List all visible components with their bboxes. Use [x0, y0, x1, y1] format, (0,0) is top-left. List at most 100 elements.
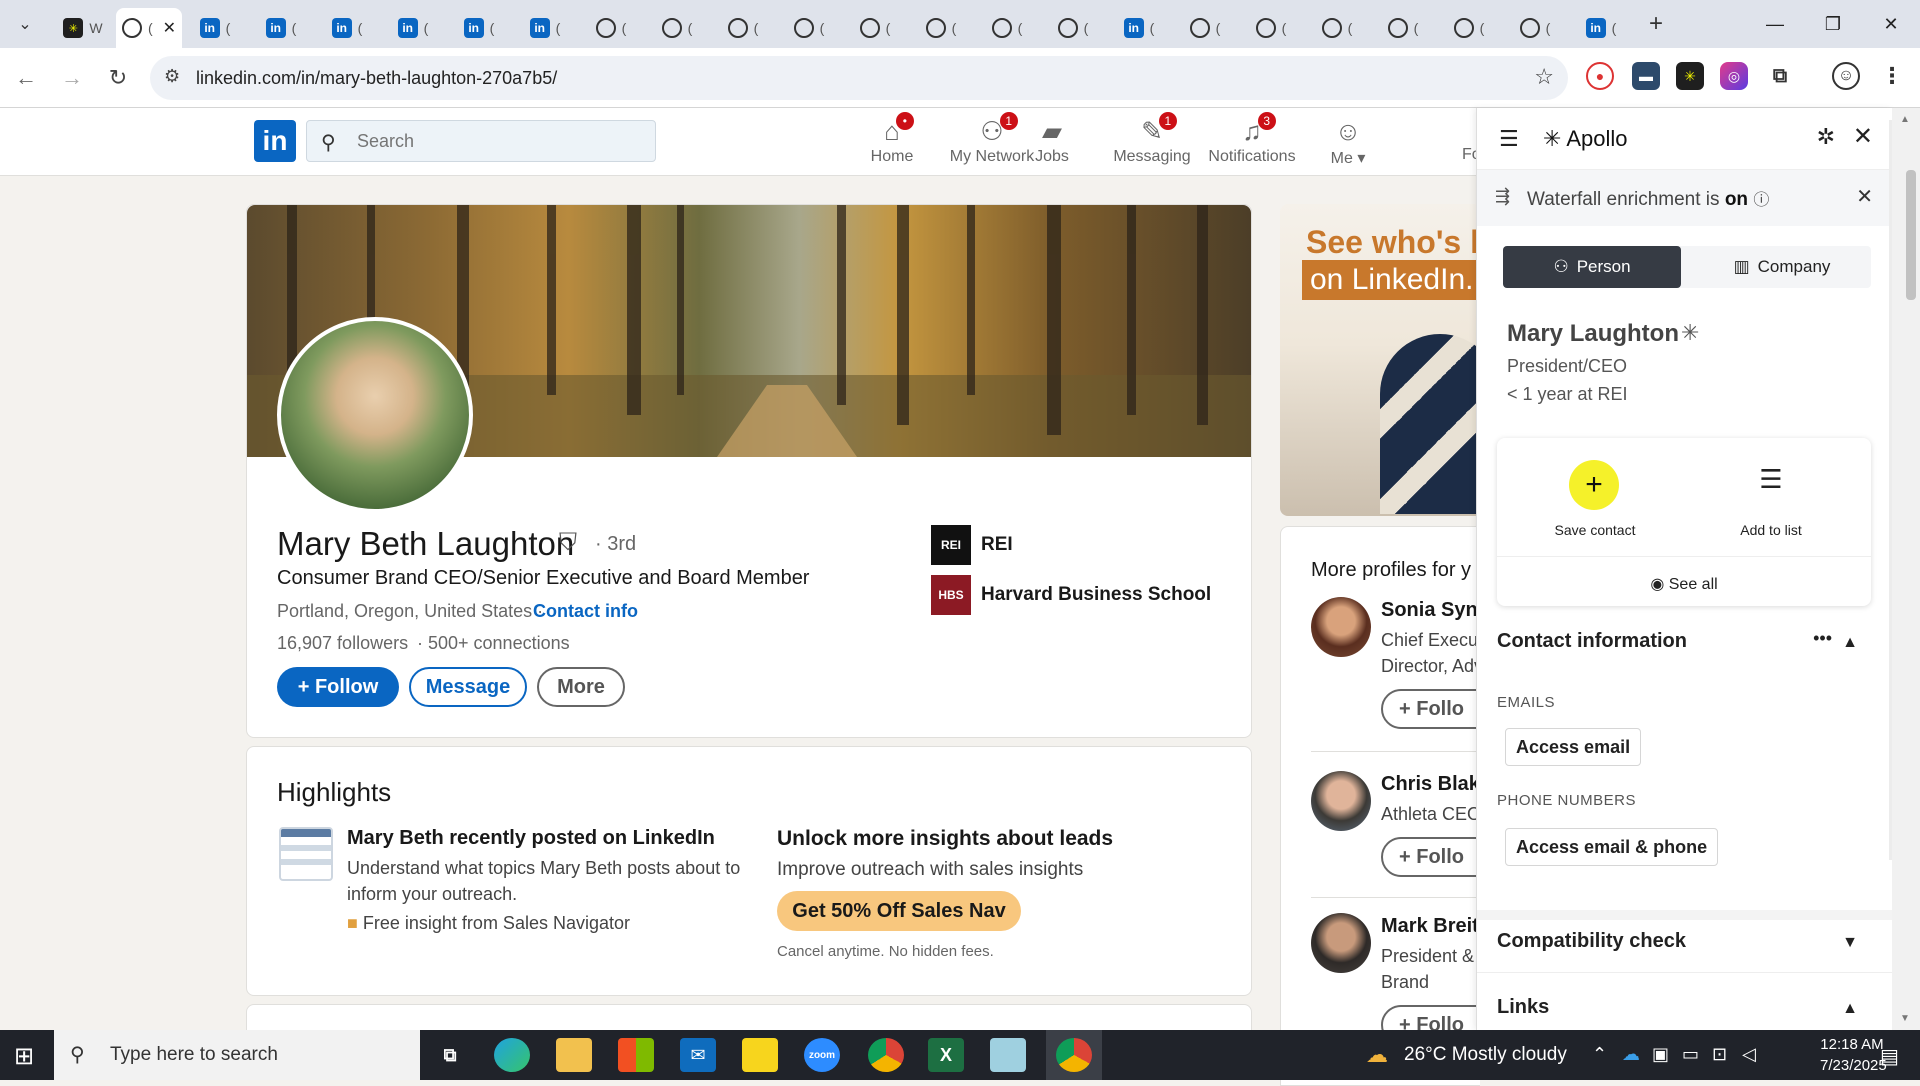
address-bar[interactable]: ⚙ linkedin.com/in/mary-beth-laughton-270…: [150, 56, 1568, 100]
chrome-active-icon[interactable]: [1056, 1038, 1092, 1072]
follow-button[interactable]: + Follo: [1381, 689, 1480, 729]
excel-icon[interactable]: X: [928, 1038, 964, 1072]
nav-home[interactable]: ⌂ • Home: [847, 112, 937, 174]
scroll-down-icon[interactable]: ▼: [1900, 1013, 1910, 1024]
access-email-button[interactable]: Access email: [1505, 728, 1642, 766]
battery-icon[interactable]: ▭: [1682, 1044, 1699, 1065]
avatar[interactable]: [1311, 597, 1371, 657]
browser-tab[interactable]: (: [776, 8, 842, 48]
browser-tab[interactable]: (: [1304, 8, 1370, 48]
browser-tab[interactable]: in (: [1568, 8, 1634, 48]
weather-icon[interactable]: ☁: [1366, 1042, 1388, 1068]
nav-jobs[interactable]: ▰ Jobs: [1007, 116, 1097, 174]
url-text[interactable]: linkedin.com/in/mary-beth-laughton-270a7…: [196, 68, 557, 89]
search-input[interactable]: [357, 129, 647, 153]
taskbar-search-placeholder[interactable]: Type here to search: [110, 1044, 278, 1066]
browser-tab[interactable]: (: [842, 8, 908, 48]
connections-count[interactable]: · 500+ connections: [417, 633, 570, 654]
browser-tab[interactable]: (: [908, 8, 974, 48]
post-highlight-heading[interactable]: Mary Beth recently posted on LinkedIn: [347, 827, 715, 850]
back-icon[interactable]: ←: [10, 62, 42, 94]
restore-icon[interactable]: ❐: [1804, 0, 1862, 48]
sales-nav-offer-button[interactable]: Get 50% Off Sales Nav: [777, 891, 1021, 931]
avatar[interactable]: [1311, 913, 1371, 973]
notifications-icon[interactable]: ▤: [1880, 1044, 1899, 1069]
task-view-icon[interactable]: ⧉: [432, 1038, 468, 1072]
profile-name[interactable]: Chris Blake: [1381, 773, 1480, 796]
browser-tab[interactable]: in (: [512, 8, 578, 48]
add-to-list-label[interactable]: Add to list: [1721, 522, 1821, 538]
browser-tab[interactable]: (: [1172, 8, 1238, 48]
save-contact-label[interactable]: Save contact: [1545, 522, 1645, 538]
collapse-caret-icon[interactable]: ▲: [1842, 634, 1858, 652]
browser-tab[interactable]: in (: [1106, 8, 1172, 48]
message-button[interactable]: Message: [409, 667, 527, 707]
add-to-list-icon[interactable]: ☰: [1751, 464, 1791, 504]
access-email-phone-button[interactable]: Access email & phone: [1505, 828, 1719, 866]
scrollbar-thumb[interactable]: [1906, 170, 1916, 300]
more-button[interactable]: More: [537, 667, 625, 707]
linkedin-logo-icon[interactable]: in: [254, 120, 296, 162]
edge-icon[interactable]: [494, 1038, 530, 1072]
minimize-icon[interactable]: —: [1746, 0, 1804, 48]
tab-search-menu-icon[interactable]: ⌄: [0, 0, 50, 48]
browser-tab[interactable]: (: [974, 8, 1040, 48]
mail-icon[interactable]: ✉: [680, 1038, 716, 1072]
close-panel-icon[interactable]: ✕: [1853, 122, 1873, 151]
site-info-icon[interactable]: ⚙: [164, 66, 180, 87]
info-icon[interactable]: ⓘ: [1753, 192, 1769, 209]
browser-tab[interactable]: (: [578, 8, 644, 48]
clock[interactable]: 12:18 AM 7/23/2025: [1820, 1034, 1887, 1076]
extensions-puzzle-icon[interactable]: ⧉: [1766, 62, 1794, 90]
show-hidden-icons-icon[interactable]: ⌃: [1592, 1044, 1607, 1065]
browser-tab[interactable]: in (: [248, 8, 314, 48]
close-tab-icon[interactable]: ✕: [163, 18, 176, 38]
linkedin-search[interactable]: ⚲: [306, 120, 656, 162]
meet-now-icon[interactable]: ▣: [1652, 1044, 1669, 1065]
contact-information-heading[interactable]: Contact information: [1497, 630, 1687, 653]
nav-notifications[interactable]: ♫ 3 Notifications: [1207, 112, 1297, 174]
onedrive-icon[interactable]: ☁: [1622, 1044, 1640, 1065]
browser-tab[interactable]: (: [1040, 8, 1106, 48]
extension-folder-icon[interactable]: ▬: [1632, 62, 1660, 90]
browser-tab[interactable]: in (: [380, 8, 446, 48]
extension-apollo-icon[interactable]: ✳: [1676, 62, 1704, 90]
new-tab-button[interactable]: +: [1634, 10, 1678, 38]
bookmark-star-icon[interactable]: ☆: [1534, 64, 1554, 90]
browser-menu-icon[interactable]: ⋮: [1878, 62, 1906, 90]
expand-caret-icon[interactable]: ▼: [1842, 934, 1858, 952]
browser-tab[interactable]: in (: [446, 8, 512, 48]
browser-tab[interactable]: (: [710, 8, 776, 48]
more-options-icon[interactable]: •••: [1813, 628, 1832, 649]
browser-tab[interactable]: in (: [182, 8, 248, 48]
dismiss-banner-icon[interactable]: ✕: [1856, 184, 1873, 209]
browser-tab[interactable]: (: [1502, 8, 1568, 48]
windows-start-icon[interactable]: ⊞: [14, 1042, 34, 1071]
verified-shield-icon[interactable]: ⛉: [559, 529, 577, 557]
links-heading[interactable]: Links: [1497, 996, 1549, 1019]
profile-photo[interactable]: [277, 317, 473, 513]
follow-button[interactable]: + Follow: [277, 667, 399, 707]
see-all-button[interactable]: ◉ See all: [1497, 574, 1871, 594]
nav-messaging[interactable]: ✎ 1 Messaging: [1107, 112, 1197, 174]
scroll-up-icon[interactable]: ▲: [1900, 114, 1910, 125]
tab-company[interactable]: ▥ Company: [1693, 246, 1871, 288]
org-education[interactable]: HBS Harvard Business School: [931, 575, 1211, 615]
network-icon[interactable]: ⊡: [1712, 1044, 1727, 1065]
notepad-icon[interactable]: [990, 1038, 1026, 1072]
followers-count[interactable]: 16,907 followers: [277, 633, 408, 654]
extension-instagram-icon[interactable]: ◎: [1720, 62, 1748, 90]
avatar[interactable]: [1311, 771, 1371, 831]
follow-button[interactable]: + Follo: [1381, 837, 1480, 877]
org-current-company[interactable]: REI REI: [931, 525, 1013, 565]
zoom-icon[interactable]: zoom: [804, 1038, 840, 1072]
file-explorer-icon[interactable]: [556, 1038, 592, 1072]
chrome-icon[interactable]: [868, 1038, 904, 1072]
browser-tab[interactable]: in (: [314, 8, 380, 48]
compatibility-check-heading[interactable]: Compatibility check: [1497, 930, 1686, 953]
browser-tab[interactable]: (: [644, 8, 710, 48]
browser-tab[interactable]: (: [1436, 8, 1502, 48]
close-window-icon[interactable]: ✕: [1862, 0, 1920, 48]
profile-name[interactable]: Mark Breit: [1381, 915, 1479, 938]
extension-pokeball-icon[interactable]: ●: [1586, 62, 1614, 90]
